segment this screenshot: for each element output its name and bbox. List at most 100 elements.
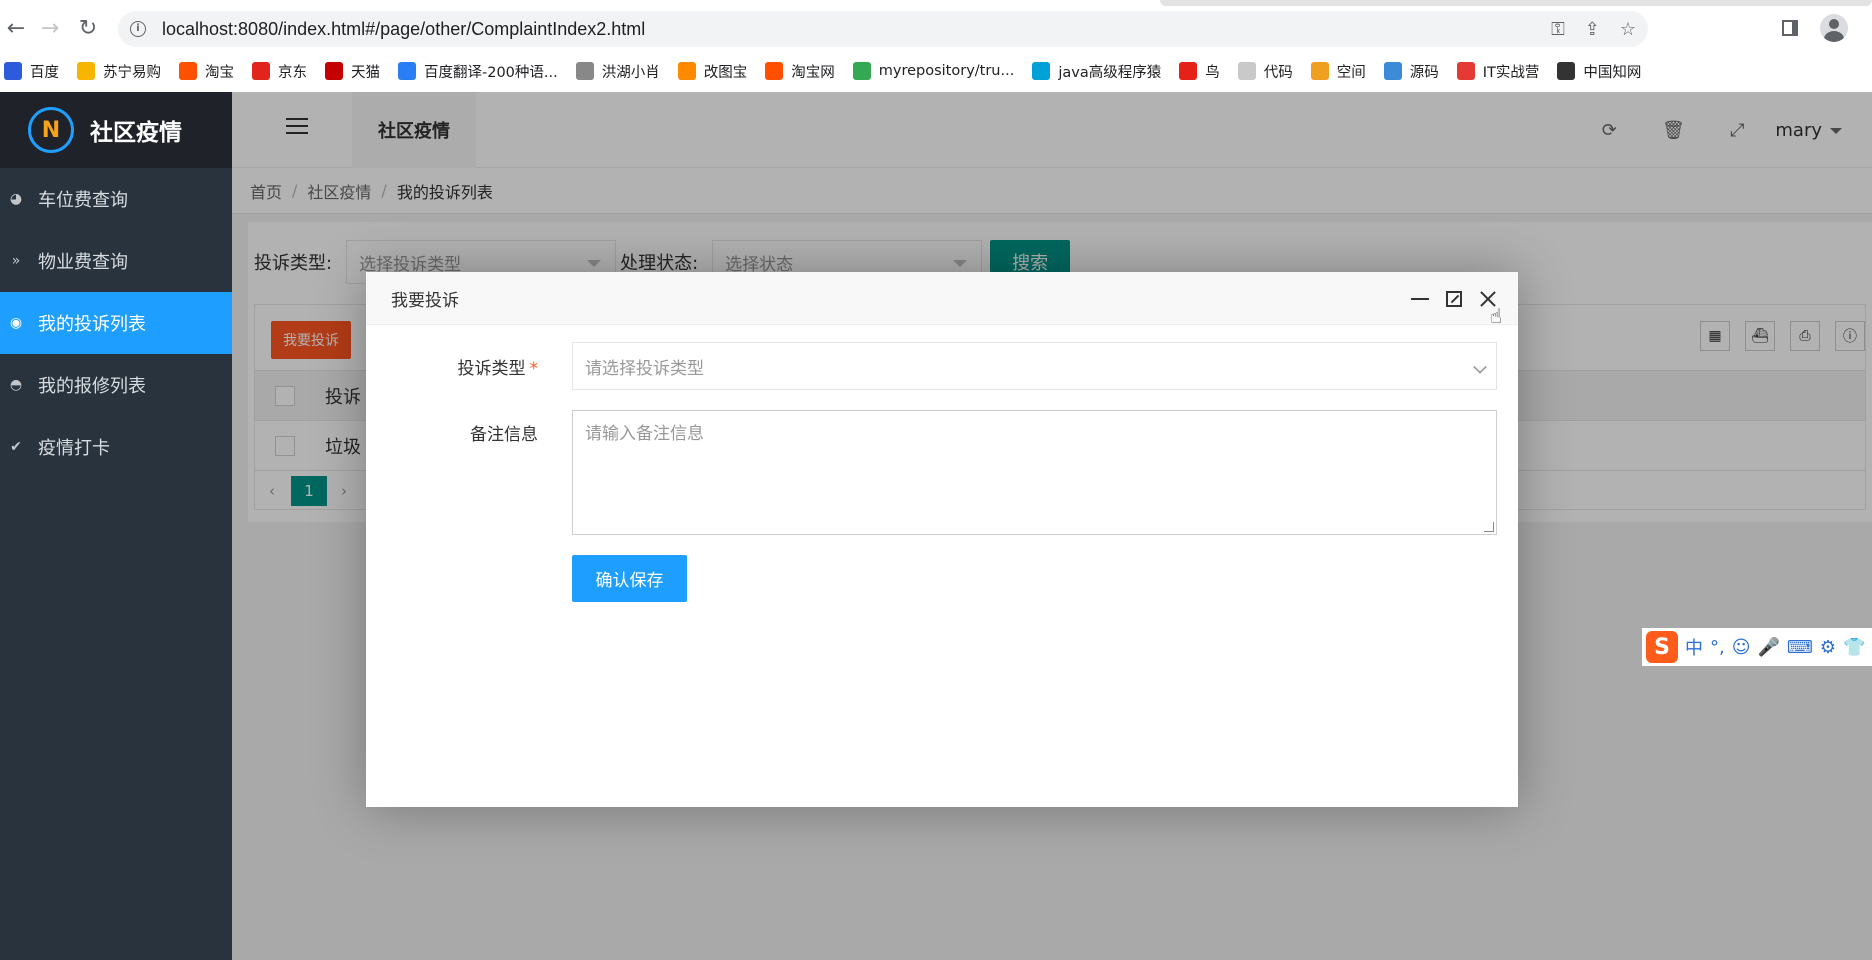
back-icon[interactable]: ← <box>0 12 32 44</box>
app-root: N 社区疫情 ◕ 车位费查询 » 物业费查询 ◉ 我的投诉列表 ◓ 我的报修列表 ✔ 疫情打卡 社… <box>0 92 1872 960</box>
sidebar-panel-icon[interactable] <box>1782 12 1798 44</box>
sidebar-item-label: 物业费查询 <box>38 252 128 273</box>
bookmark-label: 淘宝网 <box>791 64 835 81</box>
bookmark-item[interactable]: 中国知网 <box>1557 61 1641 82</box>
address-bar[interactable]: i localhost:8080/index.html#/page/other/… <box>118 11 1648 47</box>
note-placeholder: 请输入备注信息 <box>585 424 704 444</box>
bookmark-item[interactable]: 苏宁易购 <box>77 61 161 82</box>
reload-icon[interactable]: ↻ <box>72 12 104 44</box>
skin-icon[interactable]: 👕 <box>1843 637 1865 658</box>
bookmarks-bar: 百度 苏宁易购 淘宝 京东 天猫 百度翻译-200种语... 洪湖小肖 改图宝 淘宝网 myrep… <box>0 56 1872 86</box>
bookmark-label: 百度 <box>30 64 59 81</box>
bookmark-label: 洪湖小肖 <box>601 64 660 81</box>
bookmark-item[interactable]: 洪湖小肖 <box>575 61 660 82</box>
bookmark-label: 苏宁易购 <box>103 64 161 81</box>
ime-mode[interactable]: 中 <box>1685 634 1703 660</box>
forward-icon[interactable]: → <box>34 12 66 44</box>
code-icon <box>1237 62 1256 80</box>
bookmark-label: 鸟 <box>1205 64 1220 81</box>
bookmark-item[interactable]: 淘宝网 <box>765 61 835 82</box>
target-icon <box>1456 62 1475 80</box>
emoji-icon[interactable]: ☺ <box>1732 637 1751 658</box>
bookmark-item[interactable]: 天猫 <box>325 61 380 82</box>
bookmark-label: 百度翻译-200种语... <box>424 64 558 81</box>
save-button[interactable]: 确认保存 <box>572 555 687 602</box>
radio-icon: ◉ <box>9 315 23 331</box>
note-textarea[interactable]: 请输入备注信息 <box>572 410 1497 535</box>
bookmark-label: IT实战营 <box>1482 64 1540 81</box>
dialog-title: 我要投诉 <box>391 290 459 311</box>
complaint-type-select[interactable]: 请选择投诉类型 <box>572 342 1497 390</box>
check-icon: ✔ <box>10 439 22 455</box>
bookmark-label: 中国知网 <box>1583 64 1642 81</box>
complaint-dialog: 我要投诉 ☝ 投诉类型 * 请选择投诉类型 备注信息 请输入备注信息 确认保存 <box>366 272 1518 807</box>
bookmark-item[interactable]: 源码 <box>1383 61 1439 82</box>
cnki-icon <box>1557 62 1576 80</box>
share-icon[interactable]: ⇪ <box>1585 19 1600 40</box>
ime-logo-icon[interactable]: S <box>1646 631 1678 663</box>
bookmark-label: java高级程序猿 <box>1058 64 1162 81</box>
bookmark-item[interactable]: 百度 <box>4 61 59 82</box>
maximize-icon[interactable] <box>1444 289 1464 309</box>
taobao-icon <box>765 62 784 80</box>
sidebar-item-label: 我的投诉列表 <box>38 314 146 335</box>
sidebar-item-0[interactable]: ◕ 车位费查询 <box>0 168 232 230</box>
jd-icon <box>252 62 270 80</box>
circle-arrow-icon: ◓ <box>9 377 23 393</box>
sidebar: N 社区疫情 ◕ 车位费查询 » 物业费查询 ◉ 我的投诉列表 ◓ 我的报修列表 ✔ 疫情打卡 <box>0 92 232 960</box>
tab-strip <box>1160 0 1872 6</box>
sidebar-item-label: 车位费查询 <box>38 190 128 211</box>
bookmark-item[interactable]: 鸟 <box>1179 61 1220 82</box>
key-icon[interactable]: ⚿ <box>1551 19 1565 40</box>
bookmark-item[interactable]: 淘宝 <box>179 61 234 82</box>
chrome-icon <box>852 62 871 80</box>
taobao-icon <box>179 62 197 80</box>
microphone-icon[interactable]: 🎤 <box>1758 637 1780 658</box>
resize-handle[interactable] <box>1484 522 1494 532</box>
fish-icon <box>1383 62 1402 80</box>
bookmark-label: 源码 <box>1409 64 1439 81</box>
dashboard-icon: ◕ <box>9 191 23 207</box>
logo-text: 社区疫情 <box>90 120 182 146</box>
bookmark-item[interactable]: java高级程序猿 <box>1032 61 1161 82</box>
bookmark-item[interactable]: 空间 <box>1310 61 1366 82</box>
bookmark-item[interactable]: myrepository/tru... <box>852 62 1014 80</box>
star-icon[interactable]: ☆ <box>1620 19 1636 40</box>
paw-icon <box>4 62 22 80</box>
bookmark-label: 代码 <box>1263 64 1293 81</box>
minimize-icon[interactable] <box>1410 289 1430 309</box>
space-icon <box>1310 62 1329 80</box>
ime-toolbar: S 中 °, ☺ 🎤 ⌨ ⚙ 👕 <box>1642 628 1872 666</box>
bookmark-item[interactable]: 京东 <box>252 61 307 82</box>
keyboard-icon[interactable]: ⌨ <box>1787 637 1813 658</box>
double-chevron-icon: » <box>11 253 21 269</box>
sidebar-item-label: 我的报修列表 <box>38 376 146 397</box>
bookmark-item[interactable]: IT实战营 <box>1456 61 1540 82</box>
sidebar-item-2[interactable]: ◉ 我的投诉列表 <box>0 292 232 354</box>
sidebar-menu: ◕ 车位费查询 » 物业费查询 ◉ 我的投诉列表 ◓ 我的报修列表 ✔ 疫情打卡 <box>0 168 232 478</box>
logo-icon: N <box>28 107 74 153</box>
dialog-titlebar: 我要投诉 ☝ <box>366 272 1518 328</box>
type-field-label: 投诉类型 * <box>366 354 556 379</box>
type-form-row: 投诉类型 * 请选择投诉类型 <box>366 342 1518 390</box>
bird-icon <box>1179 62 1198 80</box>
chevron-down-icon <box>1473 360 1487 374</box>
bookmark-label: 淘宝 <box>205 64 234 81</box>
sidebar-item-4[interactable]: ✔ 疫情打卡 <box>0 416 232 478</box>
profile-avatar[interactable] <box>1820 12 1848 44</box>
sidebar-item-1[interactable]: » 物业费查询 <box>0 230 232 292</box>
site-info-icon[interactable]: i <box>130 21 146 37</box>
sidebar-item-3[interactable]: ◓ 我的报修列表 <box>0 354 232 416</box>
bookmark-item[interactable]: 改图宝 <box>677 61 747 82</box>
note-form-row: 备注信息 请输入备注信息 <box>366 410 1518 535</box>
punctuation-icon[interactable]: °, <box>1710 637 1725 658</box>
pointer-cursor-icon: ☝ <box>1489 304 1502 328</box>
bookmark-item[interactable]: 百度翻译-200种语... <box>398 61 558 82</box>
required-mark: * <box>529 358 539 379</box>
bookmark-item[interactable]: 代码 <box>1237 61 1293 82</box>
tmall-icon <box>325 62 343 80</box>
toolbox-icon[interactable]: ⚙ <box>1820 637 1836 658</box>
translate-icon <box>398 62 416 80</box>
complaint-type-placeholder: 请选择投诉类型 <box>585 358 704 379</box>
bookmark-label: 京东 <box>278 64 307 81</box>
